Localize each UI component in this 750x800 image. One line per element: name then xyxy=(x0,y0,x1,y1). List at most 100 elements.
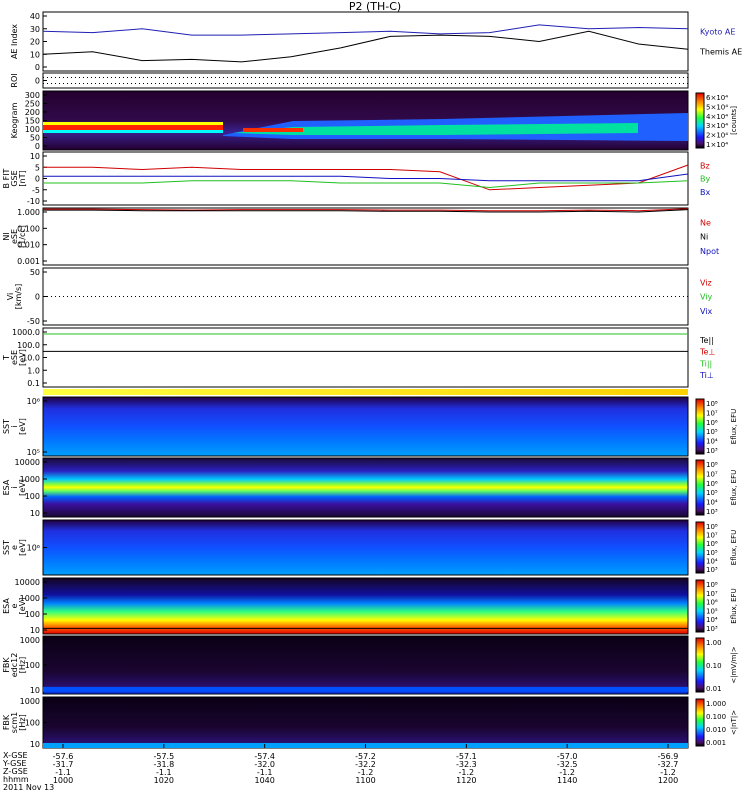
ylabel-line: [1/cc] xyxy=(18,225,27,248)
quality-flag-bar xyxy=(43,389,688,395)
panel-frame-temp xyxy=(42,327,689,388)
colorbar-label-sst_e: 10⁸ xyxy=(706,523,718,531)
colorbar-label-fbk1: 1.00 xyxy=(706,639,722,647)
colorbar-label-keogram: 5×10⁴ xyxy=(706,103,728,111)
xtick-label: 1120 xyxy=(456,776,476,785)
ytick-label-velocity: -50 xyxy=(27,317,40,326)
legend-bfield: Bx xyxy=(700,188,710,197)
ytick-label-fbk1: 10 xyxy=(30,686,40,695)
ylabel-roi: ROI xyxy=(10,73,19,87)
xtick-label: 1000 xyxy=(53,776,73,785)
colorbar-label-esa_e: 10⁶ xyxy=(706,599,718,607)
ytick-label-esa_i: 10 xyxy=(30,509,40,518)
keogram-band xyxy=(43,122,223,125)
ylabel-sst_i: SST i [eV] xyxy=(2,418,27,435)
ylabel-line: [eV] xyxy=(18,418,27,435)
colorbar-label-sst_i: 10⁷ xyxy=(706,409,718,417)
ytick-label-ae: 30 xyxy=(30,25,40,34)
legend-density: Ne xyxy=(700,218,711,227)
colorbar-label-keogram: 4×10⁴ xyxy=(706,113,728,121)
ytick-label-fbk1: 1000 xyxy=(20,636,40,645)
ytick-label-roi: 0 xyxy=(35,77,40,86)
colorbar-title-keogram: [counts] xyxy=(730,106,738,135)
ytick-label-bfield: 0 xyxy=(35,175,40,184)
legend-velocity: Vix xyxy=(700,307,713,316)
colorbar-label-keogram: 2×10⁴ xyxy=(706,132,728,140)
colorbar-label-esa_e: 10⁴ xyxy=(706,616,718,624)
panel-temp: 1000.0100.010.01.00.1T eSE [eV]Te||Te⊥Ti||… xyxy=(2,327,715,388)
ylabel-line: AE Index xyxy=(10,24,19,59)
panel-density: 1.0000.1000.0100.001NI eSE [1/cc]NeNiNpot xyxy=(2,207,719,266)
ytick-label-ae: 10 xyxy=(30,50,40,59)
ytick-label-bfield: 5 xyxy=(35,163,40,172)
legend-ae: Themis AE xyxy=(699,47,742,56)
ylabel-line: [Hz] xyxy=(18,714,27,730)
colorbar-label-esa_i: 10³ xyxy=(706,508,718,516)
colorbar-label-fbk1: 0.01 xyxy=(706,685,722,693)
colorbar-title-fbk2: <|nT|> xyxy=(730,710,738,735)
colorbar-label-esa_e: 10⁷ xyxy=(706,590,718,598)
panel-frame-esa_e xyxy=(42,577,689,635)
ytick-label-temp: 100.0 xyxy=(17,341,40,350)
ylabel-keogram: Keogram xyxy=(10,102,19,138)
keogram-band xyxy=(43,125,223,130)
colorbar-label-sst_i: 10⁴ xyxy=(706,438,718,446)
ytick-label-esa_e: 10000 xyxy=(15,578,40,587)
legend-temp: Te⊥ xyxy=(699,348,715,357)
keogram-hot xyxy=(243,128,303,132)
ylabel-line: [eV] xyxy=(18,539,27,556)
legend-density: Ni xyxy=(700,233,708,242)
ylabel-ae: AE Index xyxy=(10,24,19,59)
colorbar-label-sst_e: 10⁵ xyxy=(706,549,718,557)
colorbar-sst_e xyxy=(695,521,705,574)
colorbar-label-fbk1: 0.10 xyxy=(706,662,722,670)
ytick-label-esa_e: 10 xyxy=(30,626,40,635)
legend-velocity: Viz xyxy=(700,278,712,287)
colorbar-label-fbk2: 0.001 xyxy=(706,739,726,747)
ylabel-esa_e: ESA e [eV] xyxy=(2,598,27,615)
colorbar-label-sst_i: 10⁶ xyxy=(706,419,718,427)
colorbar-title-text: <|nT|> xyxy=(730,710,738,735)
colorbar-title-esa_e: Eflux, EFU xyxy=(730,588,738,623)
panel-frame-ae xyxy=(42,11,689,72)
ephemeris-labels: X-GSE Y-GSE Z-GSE hhmm 2011 Nov 13 xyxy=(3,752,54,792)
ylabel-temp: TeSE [eV] xyxy=(2,349,27,366)
ytick-label-ae: 0 xyxy=(35,63,40,72)
colorbar-label-sst_e: 10⁶ xyxy=(706,540,718,548)
colorbar-label-esa_i: 10⁸ xyxy=(706,461,718,469)
ylabel-line: Keogram xyxy=(10,102,19,138)
ytick-label-fbk2: 1000 xyxy=(20,697,40,706)
date-label: 2011 Nov 13 xyxy=(3,783,55,792)
ytick-label-bfield: 10 xyxy=(30,152,40,161)
colorbar-label-fbk2: 0.100 xyxy=(706,713,726,721)
legend-density: Npot xyxy=(700,247,719,256)
ylabel-line: [nT] xyxy=(18,170,27,186)
colorbar-keogram xyxy=(695,92,705,149)
xtick-label: 1200 xyxy=(658,776,678,785)
ylabel-fbk2: FBK scm1 [Hz] xyxy=(2,712,27,733)
panel-frame-roi xyxy=(42,72,689,89)
ylabel-line: [eV] xyxy=(18,479,27,496)
colorbar-title-text: <|mV/m|> xyxy=(730,646,738,683)
ytick-label-ae: 20 xyxy=(30,38,40,47)
colorbar-title-esa_i: Eflux, EFU xyxy=(730,470,738,505)
colorbar-label-fbk2: 1.000 xyxy=(706,700,726,708)
ylabel-line: ROI xyxy=(10,73,19,87)
colorbar-sst_i xyxy=(695,398,705,455)
ytick-label-density: 1.000 xyxy=(17,208,40,217)
panel-frame-sst_e xyxy=(42,519,689,576)
colorbar-title-fbk1: <|mV/m|> xyxy=(730,646,738,683)
panel-fbk2: 1000 100 10FBK scm1 [Hz] 1.000 0.100 0.010 0.001… xyxy=(2,696,738,749)
panel-frame-esa_i xyxy=(42,457,689,518)
ylabel-bfield: B FIT GSE [nT] xyxy=(2,168,27,188)
ylabel-line: [km/s] xyxy=(14,284,23,310)
panel-frame-density xyxy=(42,207,689,266)
colorbar-title-text: Eflux, EFU xyxy=(730,409,738,444)
ytick-label-esa_e: 100 xyxy=(25,610,40,619)
ytick-label-density: 0.001 xyxy=(17,257,40,266)
multi-panel-plot: 403020100AE Index Kyoto AEThemis AE0ROI30… xyxy=(2,11,742,785)
ytick-label-keogram: 0 xyxy=(35,142,40,151)
ylabel-line: [Hz] xyxy=(18,657,27,673)
panel-frame-fbk1 xyxy=(42,635,689,695)
colorbar-fbk2 xyxy=(695,698,705,747)
